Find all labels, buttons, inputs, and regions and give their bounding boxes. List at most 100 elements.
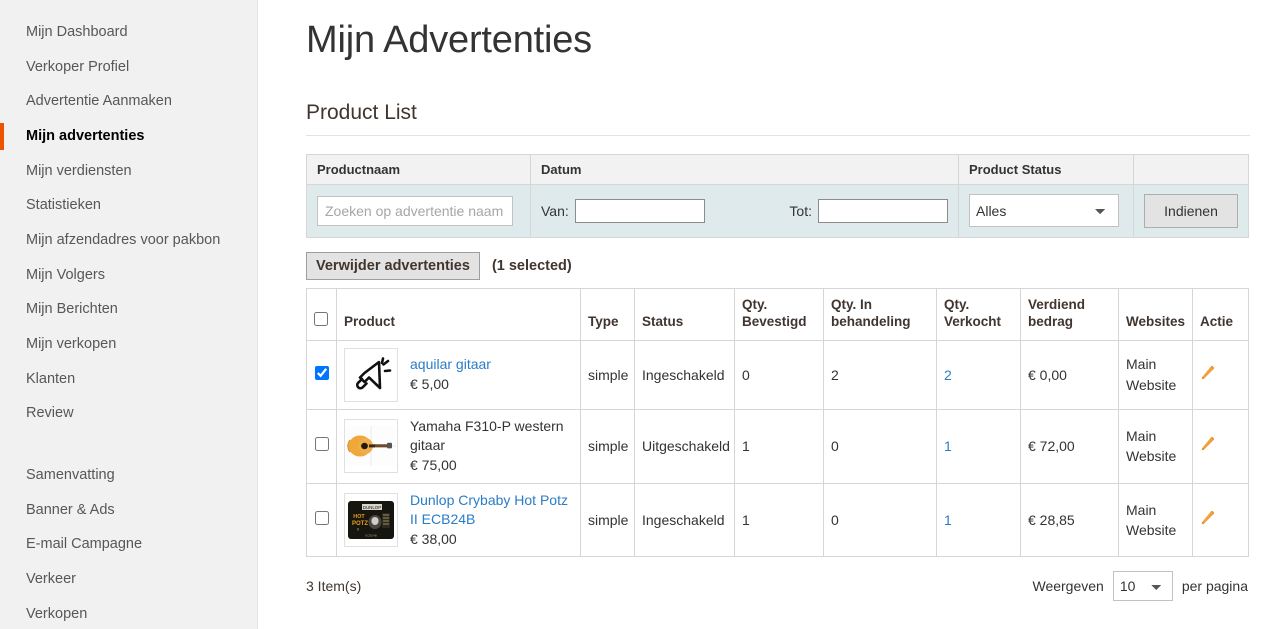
product-name-link[interactable]: aquilar gitaar <box>410 356 491 372</box>
row-verdiend-bedrag-cell: € 28,85 <box>1020 482 1119 558</box>
svg-text:ECB24B: ECB24B <box>365 533 377 537</box>
submit-filter-button[interactable]: Indienen <box>1144 193 1238 228</box>
sidebar-item-mijn-advertenties[interactable]: Mijn advertenties <box>0 119 257 154</box>
sidebar-item-email-campagne[interactable]: E-mail Campagne <box>0 527 257 562</box>
page-title: Mijn Advertenties <box>306 19 592 61</box>
row-product-cell: Yamaha F310-P western gitaar € 75,00 <box>336 408 581 484</box>
sidebar-item-mijn-dashboard[interactable]: Mijn Dashboard <box>0 15 257 50</box>
sidebar-item-label: Samenvatting <box>26 467 115 484</box>
sidebar-item-label: Mijn verdiensten <box>26 162 132 179</box>
edit-pencil-icon[interactable] <box>1200 509 1217 526</box>
select-all-checkbox[interactable] <box>314 311 328 326</box>
sidebar-item-mijn-volgers[interactable]: Mijn Volgers <box>0 258 257 293</box>
sidebar-item-verkopen[interactable]: Verkopen <box>0 597 257 629</box>
product-name-text: Yamaha F310-P western gitaar <box>410 417 564 454</box>
sidebar-item-mijn-verkopen[interactable]: Mijn verkopen <box>0 327 257 362</box>
grid-header-websites: Websites <box>1118 287 1193 341</box>
section-title: Product List <box>306 100 1250 136</box>
edit-pencil-icon[interactable] <box>1200 435 1217 452</box>
grid-header-actie: Actie <box>1192 287 1249 341</box>
row-select-checkbox[interactable] <box>315 436 329 451</box>
table-row[interactable]: Yamaha F310-P western gitaar € 75,00 sim… <box>306 408 1249 484</box>
item-count-label: 3 Item(s) <box>306 578 362 595</box>
grid-header-qty-in-behandeling: Qty. In behandeling <box>823 287 937 341</box>
row-verdiend-bedrag-cell: € 0,00 <box>1020 339 1119 410</box>
sidebar-item-label: Mijn Berichten <box>26 301 118 318</box>
product-status-select[interactable]: Alles <box>969 194 1119 228</box>
per-page-select[interactable]: 10 <box>1112 571 1173 602</box>
filter-cell-datum: Van: Tot: <box>530 183 959 238</box>
row-status-cell: Uitgeschakeld <box>634 408 735 484</box>
filter-header-submit <box>1133 153 1249 185</box>
search-input[interactable] <box>317 195 513 226</box>
sidebar-item-verkoper-profiel[interactable]: Verkoper Profiel <box>0 50 257 85</box>
sidebar-item-label: Verkeer <box>26 571 76 588</box>
sidebar-item-review[interactable]: Review <box>0 396 257 431</box>
acoustic-guitar-photo <box>344 419 398 474</box>
sidebar-item-label: Review <box>26 405 74 422</box>
sidebar-item-samenvatting[interactable]: Samenvatting <box>0 458 257 493</box>
grid-header-type: Type <box>580 287 635 341</box>
pagination-limiter: Weergeven 10 per pagina <box>1032 571 1248 602</box>
selected-count-label: (1 selected) <box>491 257 572 274</box>
row-status-cell: Ingeschakeld <box>634 482 735 558</box>
row-product-cell: aquilar gitaar € 5,00 <box>336 339 581 410</box>
date-from-input[interactable] <box>574 198 705 223</box>
grid-footer: 3 Item(s) Weergeven 10 per pagina <box>306 571 1248 602</box>
row-type-cell: simple <box>580 408 635 484</box>
sidebar-item-mijn-verdiensten[interactable]: Mijn verdiensten <box>0 154 257 189</box>
grid-header-line-2: Bevestigd <box>742 313 807 329</box>
main-content: Mijn Advertenties Product List Productna… <box>258 0 1266 629</box>
sidebar-item-verkeer[interactable]: Verkeer <box>0 562 257 597</box>
row-websites-cell: Main Website <box>1118 408 1193 484</box>
table-row[interactable]: DUNLOP HOT POTZ II ECB24B Dunlop Crybaby… <box>306 482 1249 558</box>
product-name-link[interactable]: Dunlop Crybaby Hot Potz II ECB24B <box>410 492 568 528</box>
row-actie-cell <box>1192 408 1249 484</box>
row-qty-in-behandeling-cell: 2 <box>823 339 937 410</box>
megaphone-icon <box>344 347 398 402</box>
delete-advertenties-button[interactable]: Verwijder advertenties <box>306 251 480 280</box>
qty-verkocht-link[interactable]: 2 <box>944 367 952 383</box>
sidebar-item-advertentie-aanmaken[interactable]: Advertentie Aanmaken <box>0 84 257 119</box>
row-type-cell: simple <box>580 482 635 558</box>
row-qty-bevestigd-cell: 1 <box>734 482 824 558</box>
sidebar-item-label: E-mail Campagne <box>26 536 143 553</box>
date-to-input[interactable] <box>818 198 948 223</box>
sidebar-item-banner-ads[interactable]: Banner & Ads <box>0 493 257 528</box>
sidebar-item-mijn-afzendadres-voor-pakbon[interactable]: Mijn afzendadres voor pakbon <box>0 223 257 258</box>
product-info: aquilar gitaar € 5,00 <box>410 355 491 394</box>
row-select-checkbox[interactable] <box>315 510 329 525</box>
grid-header-verdiend-bedrag: Verdiend bedrag <box>1020 287 1119 341</box>
svg-text:II: II <box>357 527 359 531</box>
sidebar-item-mijn-berichten[interactable]: Mijn Berichten <box>0 292 257 327</box>
grid-header-line-1: Qty. <box>944 296 970 312</box>
table-row[interactable]: aquilar gitaar € 5,00 simple Ingeschakel… <box>306 339 1249 410</box>
filter-input-row: Van: Tot: Alles <box>306 183 1249 238</box>
product-list-table: Product Type Status Qty. Bevestigd Qty. … <box>306 287 1249 558</box>
sidebar-item-statistieken[interactable]: Statistieken <box>0 188 257 223</box>
date-from-label: Van: <box>541 202 569 219</box>
row-select-cell <box>306 339 337 410</box>
filter-cell-submit: Indienen <box>1133 183 1249 238</box>
row-qty-verkocht-cell: 1 <box>936 408 1021 484</box>
sidebar-item-klanten[interactable]: Klanten <box>0 362 257 397</box>
row-verdiend-bedrag-cell: € 72,00 <box>1020 408 1119 484</box>
svg-text:POTZ: POTZ <box>352 521 368 527</box>
row-product-cell: DUNLOP HOT POTZ II ECB24B Dunlop Crybaby… <box>336 482 581 558</box>
row-select-cell <box>306 408 337 484</box>
qty-verkocht-link[interactable]: 1 <box>944 438 952 454</box>
row-qty-bevestigd-cell: 0 <box>734 339 824 410</box>
edit-pencil-icon[interactable] <box>1200 364 1217 381</box>
sidebar-item-label: Mijn Volgers <box>26 266 105 283</box>
date-to-label: Tot: <box>789 202 812 219</box>
filter-cell-productnaam <box>306 183 531 238</box>
sidebar-item-label: Klanten <box>26 370 76 387</box>
qty-verkocht-link[interactable]: 1 <box>944 512 952 528</box>
row-websites-cell: Main Website <box>1118 482 1193 558</box>
grid-header-line-1: Qty. In <box>831 296 873 312</box>
product-info: Dunlop Crybaby Hot Potz II ECB24B € 38,0… <box>410 491 574 550</box>
row-select-checkbox[interactable] <box>315 365 329 380</box>
per-page-label: per pagina <box>1181 578 1248 595</box>
sidebar: Mijn Dashboard Verkoper Profiel Adverten… <box>0 0 258 629</box>
pedal-box-photo: DUNLOP HOT POTZ II ECB24B <box>344 492 398 547</box>
